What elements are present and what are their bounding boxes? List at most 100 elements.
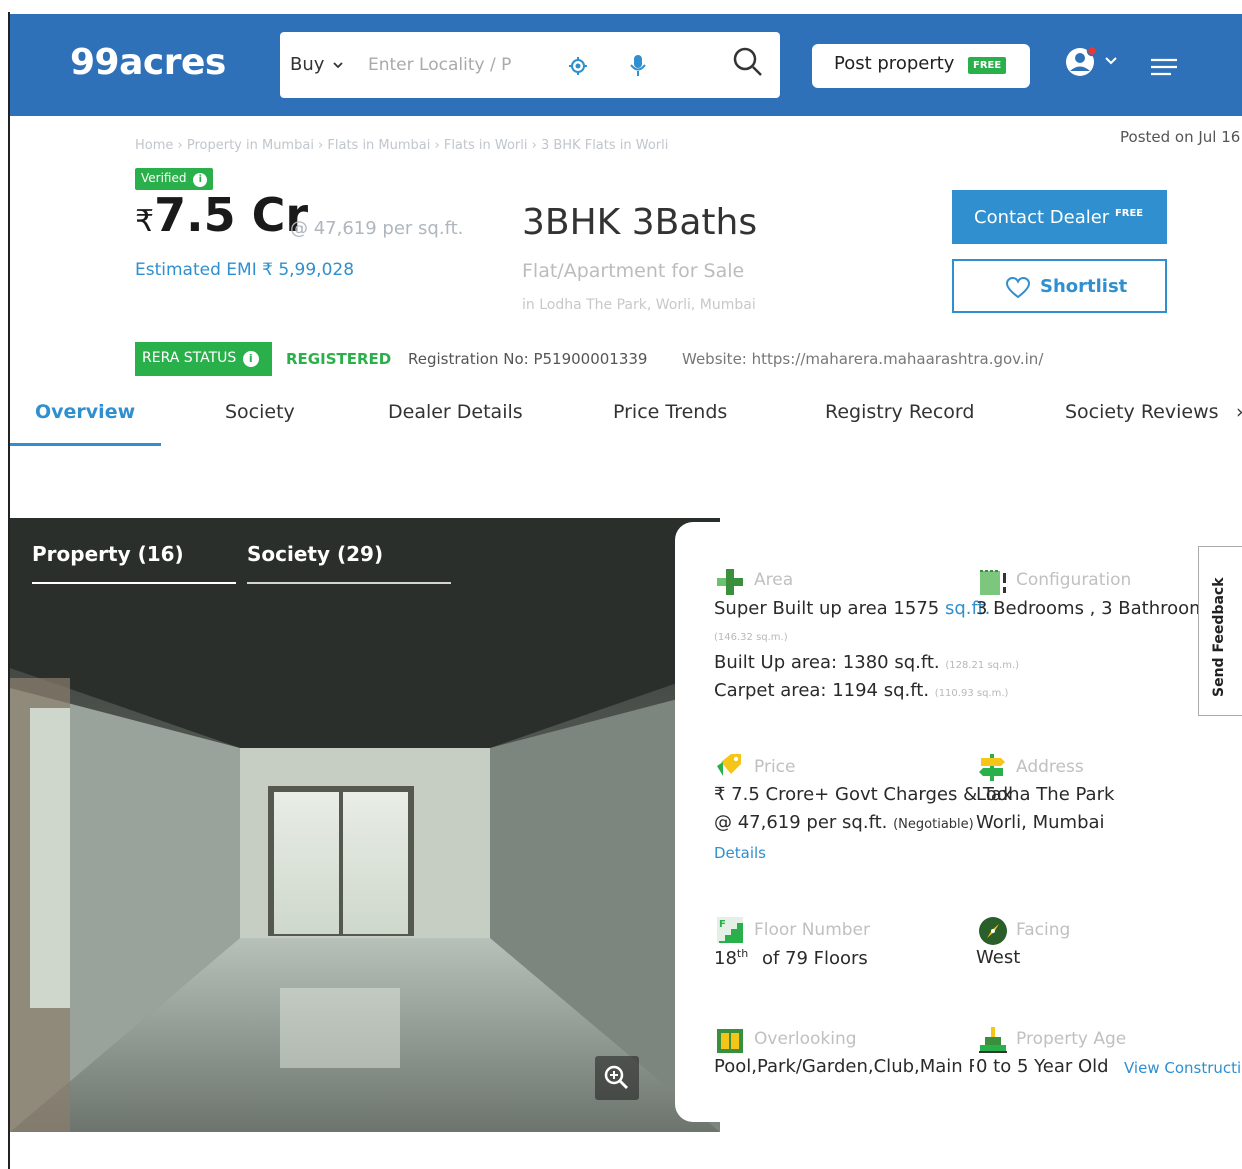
buy-label: Buy (290, 54, 325, 75)
floor-number-icon: F (717, 917, 743, 943)
rera-status-badge[interactable]: RERA STATUS i (135, 342, 272, 376)
config-location: in Lodha The Park, Worli, Mumbai (522, 297, 756, 313)
price-label: Price (754, 757, 796, 777)
property-photo (10, 518, 720, 1132)
rupee-symbol: ₹ (135, 204, 155, 239)
config-subtitle: Flat/Apartment for Sale (522, 260, 745, 282)
send-feedback-label: Send Feedback (1211, 577, 1227, 697)
price-per-sqft-detail: @ 47,619 per sq.ft. (Negotiable) (714, 812, 974, 833)
site-logo[interactable]: 99acres (70, 42, 226, 83)
price-value: 7.5 Cr (154, 188, 309, 242)
rera-registration-number: Registration No: P51900001339 (408, 350, 648, 368)
floor-total: of 79 Floors (761, 948, 868, 969)
address-line-2: Worli, Mumbai (976, 812, 1105, 833)
gallery-tab-property[interactable]: Property (16) (32, 542, 184, 566)
address-line-1: Lodha The Park (976, 784, 1115, 805)
configuration-value: 3 Bedrooms , 3 Bathrooms (976, 598, 1217, 619)
breadcrumb[interactable]: Home › Property in Mumbai › Flats in Mum… (135, 138, 668, 153)
search-box: Buy (280, 32, 780, 98)
property-age-icon (979, 1027, 1007, 1053)
photo-gallery[interactable]: Property (16) Society (29) (10, 518, 720, 1132)
floor-num: 18 (714, 948, 737, 969)
hamburger-menu-icon[interactable] (1150, 58, 1178, 76)
price-per-sqft: @ 47,619 per sq.ft. (290, 218, 464, 239)
posted-date: Posted on Jul 16 (1120, 128, 1241, 146)
area-label: Area (754, 570, 794, 590)
mic-icon[interactable] (630, 54, 646, 78)
overlooking-value: Pool,Park/Garden,Club,Main Road,Others (714, 1056, 974, 1077)
active-tab-indicator (10, 443, 161, 446)
post-property-button[interactable]: Post property FREE (812, 44, 1030, 88)
super-built-value: Super Built up area 1575 (714, 598, 940, 619)
zoom-button[interactable] (595, 1056, 639, 1100)
price-amount: ₹7.5 Cr (135, 188, 308, 242)
shortlist-label: Shortlist (1040, 276, 1128, 297)
signpost-icon (979, 754, 1005, 781)
estimated-emi-link[interactable]: Estimated EMI ₹ 5,99,028 (135, 260, 354, 280)
tab-overview[interactable]: Overview (35, 401, 135, 423)
configuration-icon (980, 570, 1006, 595)
chevron-right-icon[interactable]: › (1236, 401, 1242, 423)
floor-number-label: Floor Number (754, 920, 870, 940)
built-up-value: Built Up area: 1380 sq.ft. (714, 652, 940, 673)
config-title: 3BHK 3Baths (522, 202, 758, 243)
free-badge: FREE (1114, 208, 1144, 219)
super-built-sqm: (146.32 sq.m.) (714, 632, 788, 643)
tab-society-reviews[interactable]: Society Reviews (1065, 401, 1219, 423)
facing-label: Facing (1016, 920, 1071, 940)
verified-badge: Verified i (135, 168, 214, 190)
locate-icon[interactable] (568, 56, 588, 76)
send-feedback-tab[interactable]: Send Feedback (1198, 546, 1242, 716)
carpet-value: Carpet area: 1194 sq.ft. (714, 680, 930, 701)
price-sqft-value: @ 47,619 per sq.ft. (714, 812, 888, 833)
heart-icon (1006, 277, 1030, 299)
price-value: ₹ 7.5 Crore+ Govt Charges & Tax (714, 784, 1013, 805)
price-tag-icon (717, 754, 741, 776)
contact-dealer-label: Contact Dealer (974, 207, 1110, 228)
buy-dropdown[interactable]: Buy (290, 54, 344, 75)
price-details-link[interactable]: Details (714, 844, 766, 862)
search-icon[interactable] (732, 46, 764, 78)
free-badge: FREE (968, 57, 1007, 74)
contact-dealer-button[interactable]: Contact Dealer FREE (952, 190, 1167, 244)
property-age-label: Property Age (1016, 1029, 1127, 1049)
user-icon[interactable] (1065, 46, 1099, 80)
facing-value: West (976, 947, 1021, 968)
carpet-area: Carpet area: 1194 sq.ft. (110.93 sq.m.) (714, 680, 1008, 701)
view-construction-link[interactable]: View Constructi (1124, 1059, 1241, 1077)
rera-website[interactable]: Website: https://maharera.mahaarashtra.g… (682, 350, 1043, 368)
overlooking-label: Overlooking (754, 1029, 857, 1049)
negotiable-label: (Negotiable) (893, 817, 974, 832)
info-icon: i (193, 173, 208, 187)
floor-number-value: 18th of 79 Floors (714, 947, 868, 969)
gallery-tab-society[interactable]: Society (29) (247, 542, 383, 566)
property-age-value: 0 to 5 Year Old (976, 1056, 1109, 1077)
section-tabs: Overview Society Dealer Details Price Tr… (10, 395, 1242, 447)
verified-label: Verified (141, 171, 187, 185)
floor-suffix: th (736, 947, 749, 960)
tab-society[interactable]: Society (225, 401, 295, 423)
configuration-label: Configuration (1016, 570, 1132, 590)
carpet-sqm: (110.93 sq.m.) (934, 688, 1009, 699)
built-up-sqm: (128.21 sq.m.) (945, 660, 1020, 671)
super-built-area: Super Built up area 1575 sq.ft. (714, 598, 990, 619)
address-label: Address (1016, 757, 1084, 777)
chevron-down-icon[interactable] (1104, 56, 1118, 66)
zoom-in-icon (604, 1065, 628, 1089)
shortlist-button[interactable]: Shortlist (952, 259, 1167, 313)
rera-badge-label: RERA STATUS (142, 350, 237, 366)
post-property-label: Post property (834, 53, 955, 74)
compass-icon (979, 917, 1007, 945)
gallery-tab-underline (247, 582, 451, 584)
tab-dealer-details[interactable]: Dealer Details (388, 401, 523, 423)
chevron-down-icon (333, 62, 343, 69)
tab-price-trends[interactable]: Price Trends (613, 401, 727, 423)
overlooking-icon (717, 1029, 743, 1053)
info-icon: i (242, 351, 259, 367)
built-up-area: Built Up area: 1380 sq.ft. (128.21 sq.m.… (714, 652, 1019, 673)
search-input[interactable] (368, 50, 528, 80)
area-icon (717, 569, 743, 595)
svg-text:F: F (719, 919, 726, 930)
rera-registered: REGISTERED (286, 350, 392, 368)
tab-registry-record[interactable]: Registry Record (825, 401, 974, 423)
